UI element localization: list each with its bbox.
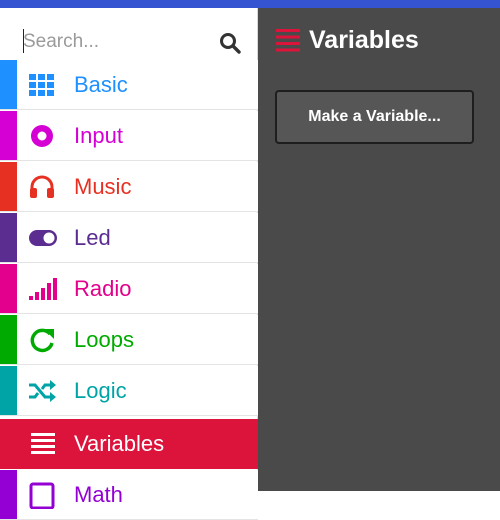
category-label: Input xyxy=(74,123,123,148)
category-color-bar xyxy=(0,470,17,519)
category-label: Basic xyxy=(74,72,128,97)
category-color-bar xyxy=(0,264,17,313)
category-math[interactable]: Math xyxy=(0,470,258,520)
make-variable-button[interactable]: Make a Variable... xyxy=(275,90,474,144)
category-color-bar xyxy=(0,366,17,415)
category-led[interactable]: Led xyxy=(0,213,258,263)
search-input[interactable] xyxy=(23,30,213,54)
grid-icon xyxy=(29,74,54,96)
list-icon xyxy=(31,433,55,454)
category-label: Variables xyxy=(74,431,165,456)
category-color-bar xyxy=(0,419,17,469)
text-caret xyxy=(23,29,24,53)
category-label: Radio xyxy=(74,276,132,301)
toggle-icon xyxy=(29,230,57,246)
category-loops[interactable]: Loops xyxy=(0,315,258,365)
target-icon xyxy=(31,125,53,147)
list-icon xyxy=(276,29,300,52)
category-label: Led xyxy=(74,225,111,250)
category-color-bar xyxy=(0,315,17,364)
category-color-bar xyxy=(0,111,17,160)
category-radio[interactable]: Radio xyxy=(0,264,258,314)
category-color-bar xyxy=(0,213,17,262)
search-icon[interactable] xyxy=(219,32,241,54)
headphones-icon xyxy=(30,175,54,198)
calculator-icon xyxy=(29,482,55,509)
category-music[interactable]: Music xyxy=(0,162,258,212)
category-input[interactable]: Input xyxy=(0,111,258,161)
flyout-title: Variables xyxy=(309,26,419,54)
shuffle-icon xyxy=(29,380,56,402)
category-logic[interactable]: Logic xyxy=(0,366,258,416)
category-label: Music xyxy=(74,174,132,199)
refresh-icon xyxy=(30,328,54,353)
toolbox: Basic Input Music Led xyxy=(0,8,258,520)
variables-flyout: Variables Make a Variable... xyxy=(258,8,500,491)
signal-icon xyxy=(29,278,57,300)
category-variables[interactable]: Variables xyxy=(0,419,258,469)
search-box xyxy=(15,16,258,66)
category-color-bar xyxy=(0,162,17,211)
category-color-bar xyxy=(0,60,17,109)
top-accent-bar xyxy=(0,0,500,8)
category-label: Math xyxy=(74,482,123,507)
category-basic[interactable]: Basic xyxy=(0,60,258,110)
category-label: Loops xyxy=(74,327,134,352)
category-label: Logic xyxy=(74,378,127,403)
